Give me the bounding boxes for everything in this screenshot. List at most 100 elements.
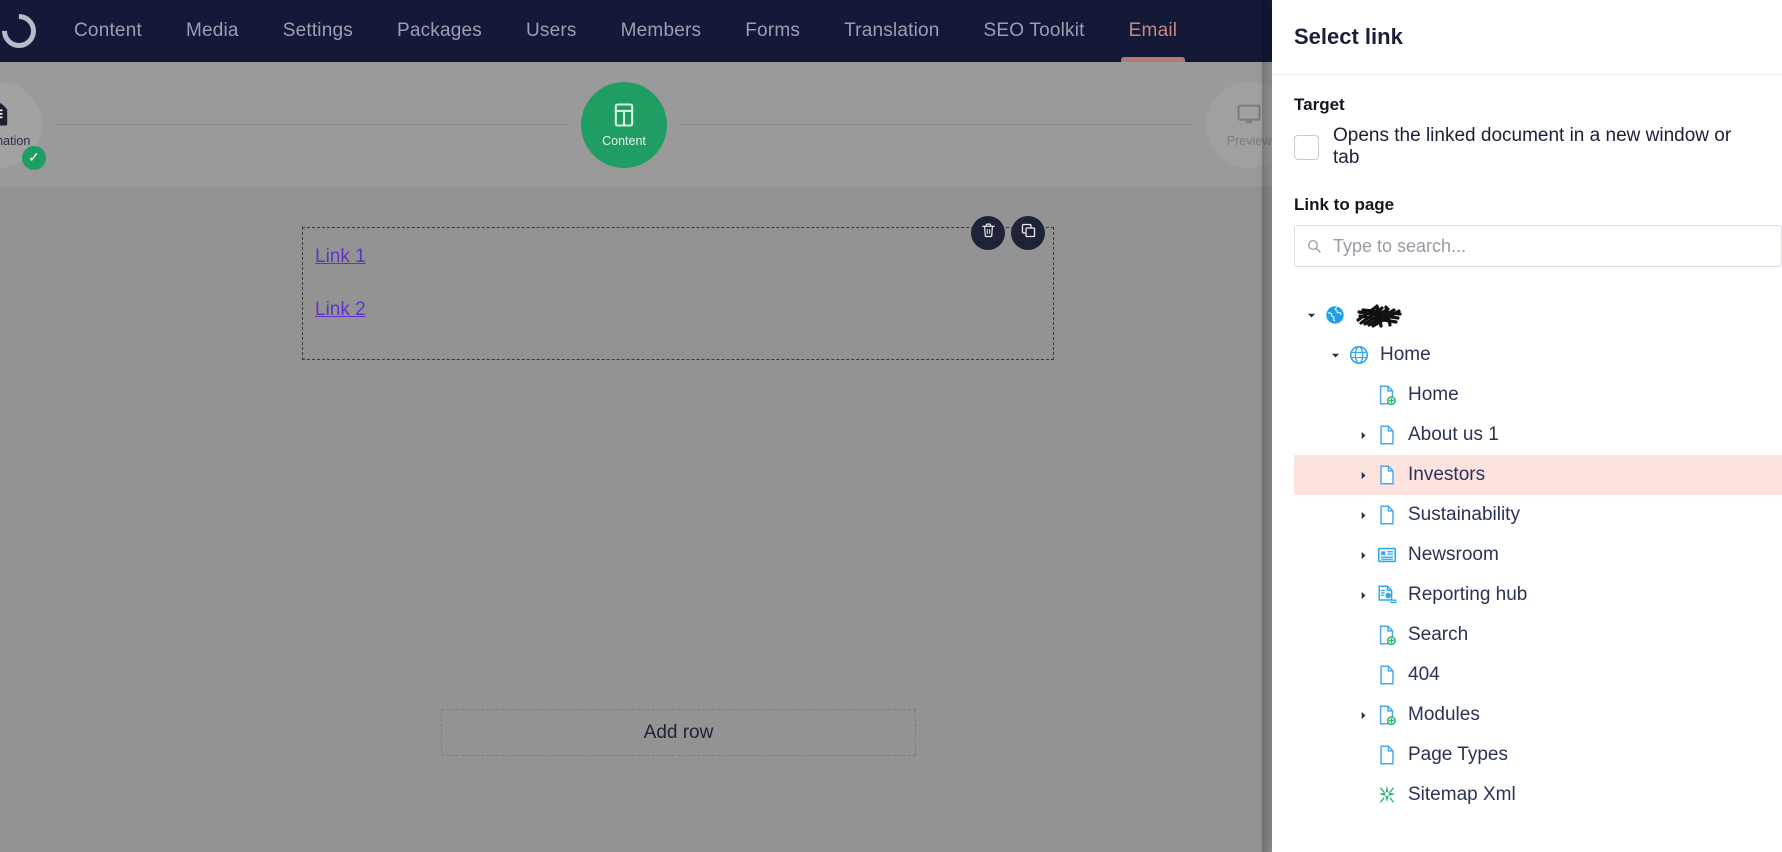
- step-content-label: Content: [602, 134, 646, 148]
- document-icon: [0, 101, 13, 129]
- chevron-right-icon[interactable]: [1352, 511, 1374, 520]
- tree-node-modules[interactable]: Modules: [1294, 695, 1782, 735]
- nav-item-label: Forms: [745, 20, 801, 41]
- tree-node-label: About us 1: [1408, 424, 1499, 445]
- nav-item-content[interactable]: Content: [52, 0, 164, 62]
- document-add-icon: [1374, 623, 1400, 647]
- nav-item-label: Email: [1128, 20, 1178, 41]
- chevron-right-icon[interactable]: [1352, 551, 1374, 560]
- target-new-window-checkbox[interactable]: [1294, 134, 1319, 160]
- umbraco-logo[interactable]: [0, 0, 52, 62]
- nav-item-translation[interactable]: Translation: [822, 0, 961, 62]
- nav-item-forms[interactable]: Forms: [723, 0, 822, 62]
- tree-node-label: Investors: [1408, 464, 1486, 485]
- redacted-label: [1356, 304, 1404, 328]
- nav-item-seo-toolkit[interactable]: SEO Toolkit: [962, 0, 1107, 62]
- nav-item-media[interactable]: Media: [164, 0, 261, 62]
- chevron-down-icon[interactable]: [1324, 351, 1346, 360]
- step-information-label: Information: [0, 134, 31, 148]
- delete-row-button[interactable]: [971, 216, 1005, 250]
- panel-shadow: [1262, 0, 1272, 852]
- editor-link-1[interactable]: Link 1: [315, 246, 366, 268]
- nav-item-label: Users: [526, 20, 577, 41]
- copy-icon: [1020, 222, 1037, 244]
- document-icon: [1374, 743, 1400, 767]
- stepper-connector-1: [54, 124, 569, 125]
- document-icon: [1374, 423, 1400, 447]
- tree-node-label: Home: [1408, 384, 1459, 405]
- tree-node-newsroom[interactable]: Newsroom: [1294, 535, 1782, 575]
- tree-node-404[interactable]: 404: [1294, 655, 1782, 695]
- report-document-icon: [1374, 583, 1400, 607]
- tree-node-label: Sitemap Xml: [1408, 784, 1516, 805]
- backoffice-backdrop: Content Media Settings Packages Users Members…: [0, 0, 1272, 852]
- tree-node-label: Sustainability: [1408, 504, 1520, 525]
- document-icon: [1374, 663, 1400, 687]
- tree-node-home[interactable]: Home: [1294, 375, 1782, 415]
- tree-node-home[interactable]: Home: [1294, 335, 1782, 375]
- document-icon: [1374, 503, 1400, 527]
- umbraco-logo-mark: [0, 6, 44, 56]
- layout-icon: [610, 101, 638, 129]
- nav-item-label: Translation: [844, 20, 940, 41]
- tree-node-label: Page Types: [1408, 744, 1509, 765]
- chevron-right-icon[interactable]: [1352, 471, 1374, 480]
- step-complete-check-icon: ✓: [22, 145, 46, 170]
- tree-node-label: Modules: [1408, 704, 1480, 725]
- tree-node-about-us-1[interactable]: About us 1: [1294, 415, 1782, 455]
- nav-item-members[interactable]: Members: [599, 0, 724, 62]
- panel-title: Select link: [1294, 24, 1403, 49]
- nav-item-email[interactable]: Email: [1107, 0, 1200, 62]
- tree-node-label: Search: [1408, 624, 1469, 645]
- nav-item-label: Packages: [396, 20, 483, 41]
- step-information[interactable]: Information ✓: [0, 81, 46, 170]
- workflow-stepper: Information ✓ Content: [0, 62, 1272, 187]
- panel-header: Select link: [1272, 0, 1782, 74]
- document-add-icon: [1374, 703, 1400, 727]
- page-tree: Home Home About us 1 Investors Sustainabilit…: [1294, 295, 1782, 815]
- tree-node-search[interactable]: Search: [1294, 615, 1782, 655]
- tree-node-page-types[interactable]: Page Types: [1294, 735, 1782, 775]
- chevron-right-icon[interactable]: [1352, 711, 1374, 720]
- document-icon: [1374, 463, 1400, 487]
- content-row-block[interactable]: Link 1 Link 2: [302, 216, 1054, 360]
- row-action-toolbar: [971, 216, 1045, 250]
- tree-node-sustainability[interactable]: Sustainability: [1294, 495, 1782, 535]
- select-link-panel: Select link Target Opens the linked docu…: [1272, 0, 1782, 852]
- chevron-down-icon[interactable]: [1300, 311, 1322, 320]
- tree-node-label: Newsroom: [1408, 544, 1499, 565]
- page-search-input[interactable]: [1294, 225, 1782, 267]
- copy-row-button[interactable]: [1011, 216, 1045, 250]
- nav-item-list: Content Media Settings Packages Users Members…: [52, 0, 1199, 62]
- editor-canvas: Link 1 Link 2 Add row: [0, 187, 1272, 852]
- add-row-button[interactable]: Add row: [441, 709, 916, 756]
- nav-item-label: Members: [620, 20, 702, 41]
- globe-icon: [1322, 303, 1348, 327]
- target-label: Target: [1294, 95, 1345, 114]
- chevron-right-icon[interactable]: [1352, 591, 1374, 600]
- link-to-page-label: Link to page: [1294, 195, 1395, 214]
- globe-outline-icon: [1346, 343, 1372, 367]
- tree-node-label: Reporting hub: [1408, 584, 1528, 605]
- tree-node-sitemap-xml[interactable]: Sitemap Xml: [1294, 775, 1782, 815]
- tree-node-investors[interactable]: Investors: [1294, 455, 1782, 495]
- target-new-window-label: Opens the linked document in a new windo…: [1333, 125, 1732, 168]
- editor-link-2[interactable]: Link 2: [315, 299, 366, 321]
- nav-item-label: Content: [74, 20, 142, 41]
- step-content[interactable]: Content: [581, 81, 667, 168]
- tree-node-label: 404: [1408, 664, 1440, 685]
- tree-node-reporting-hub[interactable]: Reporting hub: [1294, 575, 1782, 615]
- tree-node-label: Home: [1380, 344, 1431, 365]
- target-new-window-row[interactable]: Opens the linked document in a new windo…: [1294, 125, 1760, 169]
- nav-item-label: Media: [185, 20, 239, 41]
- chevron-right-icon[interactable]: [1352, 431, 1374, 440]
- top-navigation: Content Media Settings Packages Users Members…: [0, 0, 1272, 62]
- nav-item-users[interactable]: Users: [504, 0, 599, 62]
- sparkle-icon: [1374, 783, 1400, 807]
- trash-icon: [980, 222, 997, 244]
- page-search-wrap: [1294, 225, 1782, 267]
- tree-node-redacted[interactable]: [1294, 295, 1782, 335]
- panel-body: Target Opens the linked document in a ne…: [1272, 74, 1782, 852]
- nav-item-packages[interactable]: Packages: [375, 0, 504, 62]
- nav-item-settings[interactable]: Settings: [261, 0, 375, 62]
